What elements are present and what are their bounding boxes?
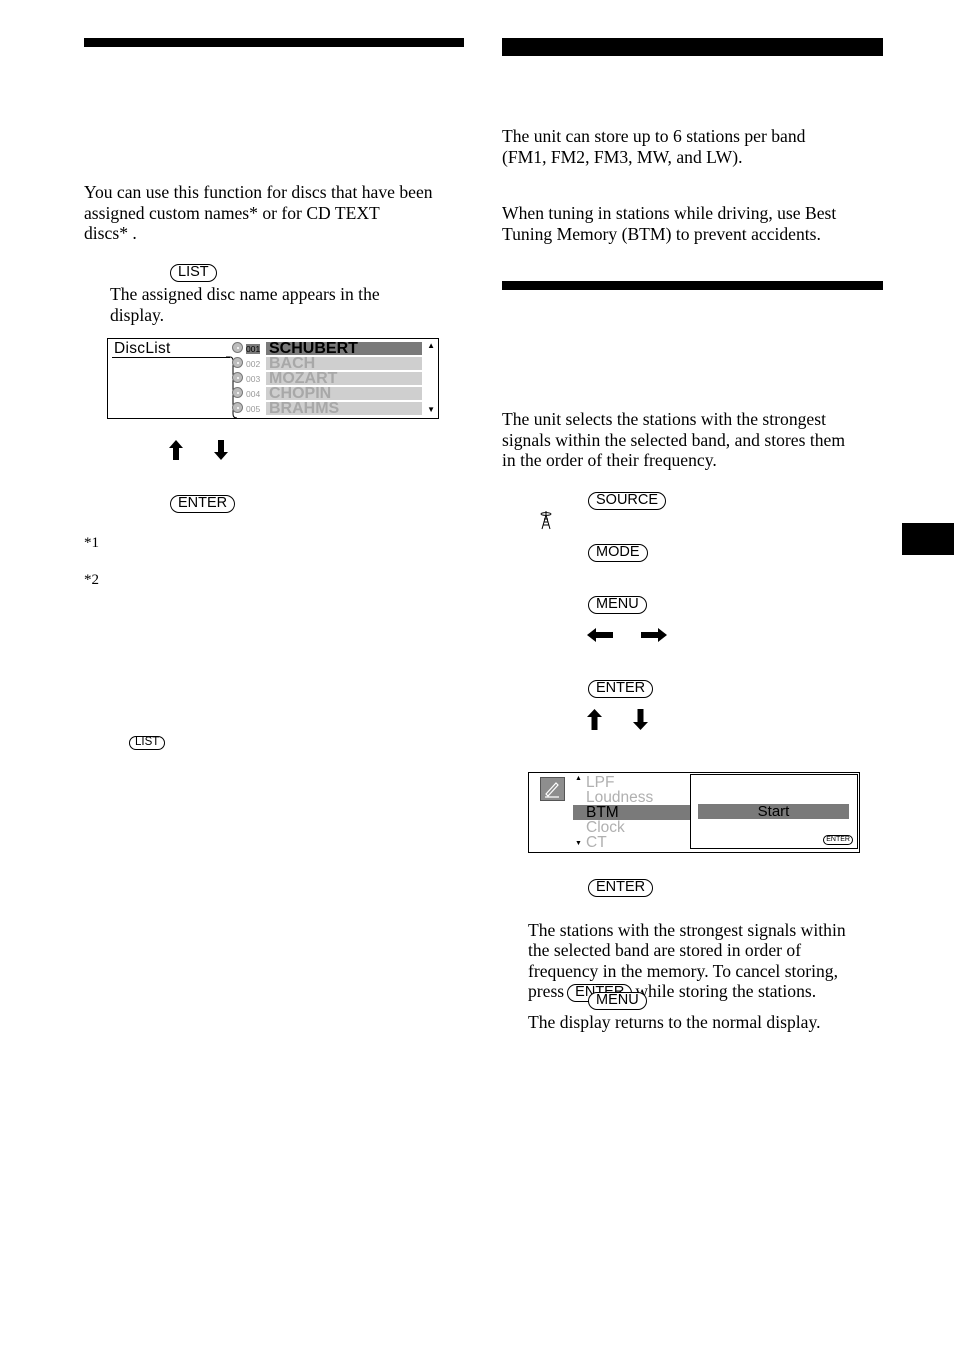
section-heading-rule bbox=[502, 38, 883, 56]
btm-safety-text: When tuning in stations while driving, u… bbox=[502, 203, 837, 244]
disc-list-intro: You can use this function for discs that… bbox=[84, 182, 433, 243]
section-tab-marker bbox=[902, 523, 954, 555]
disc-list-entry[interactable]: 001 SCHUBERT bbox=[232, 342, 424, 355]
exit-result-text: The display returns to the normal displa… bbox=[528, 1012, 821, 1032]
enter-button[interactable]: ENTER bbox=[588, 680, 654, 698]
footnote-marker-1: *1 bbox=[84, 535, 99, 551]
enter-button[interactable]: ENTER bbox=[170, 495, 236, 513]
menu-item-btm[interactable]: BTM bbox=[573, 805, 691, 820]
disc-icon bbox=[232, 402, 243, 413]
btm-action-panel: Start ENTER bbox=[690, 774, 858, 849]
disc-name: MOZART bbox=[266, 372, 422, 385]
enter-button[interactable]: ENTER bbox=[588, 879, 654, 897]
disc-icon bbox=[232, 342, 243, 353]
disc-list-entry[interactable]: 003 MOZART bbox=[232, 372, 424, 385]
disc-name: CHOPIN bbox=[266, 387, 422, 400]
btm-intro-text: The unit selects the stations with the s… bbox=[502, 409, 846, 470]
start-option[interactable]: Start bbox=[698, 804, 849, 819]
menu-button[interactable]: MENU bbox=[588, 992, 647, 1010]
disc-icon bbox=[232, 357, 243, 368]
antenna-tower-icon bbox=[540, 510, 552, 535]
menu-item-clock[interactable]: Clock bbox=[586, 820, 625, 836]
list-button[interactable]: LIST bbox=[170, 264, 217, 282]
source-button[interactable]: SOURCE bbox=[588, 492, 667, 510]
btm-menu-display: ▲ ▼ LPF Loudness BTM Clock CT Start ENTE… bbox=[528, 772, 860, 853]
disc-number: 001 bbox=[246, 344, 261, 354]
edit-pencil-icon bbox=[540, 777, 565, 801]
up-arrow-icon bbox=[587, 709, 602, 730]
disc-list-title: DiscList bbox=[114, 340, 171, 357]
disc-name: BRAHMS bbox=[266, 402, 422, 415]
title-underline bbox=[112, 357, 230, 358]
down-arrow-icon bbox=[214, 440, 228, 460]
scroll-up-icon[interactable]: ▲ bbox=[575, 775, 582, 782]
store-result-text-tail: while storing the stations. bbox=[635, 981, 817, 1001]
disc-name: BACH bbox=[266, 357, 422, 370]
menu-item-loudness[interactable]: Loudness bbox=[586, 790, 653, 806]
scroll-up-icon[interactable]: ▲ bbox=[427, 341, 435, 350]
mode-button[interactable]: MODE bbox=[588, 544, 648, 562]
section-heading-rule bbox=[502, 281, 883, 290]
menu-item-lpf[interactable]: LPF bbox=[586, 775, 614, 791]
down-arrow-icon bbox=[633, 709, 648, 730]
disc-list-display: DiscList 001 SCHUBERT 002 BACH 003 MOZAR… bbox=[107, 338, 439, 419]
disc-number: 005 bbox=[246, 404, 261, 414]
disc-number: 002 bbox=[246, 359, 261, 369]
preset-intro-text: The unit can store up to 6 stations per … bbox=[502, 126, 806, 167]
disc-list-entry[interactable]: 004 CHOPIN bbox=[232, 387, 424, 400]
disc-list-entry[interactable]: 002 BACH bbox=[232, 357, 424, 370]
disc-icon bbox=[232, 372, 243, 383]
up-arrow-icon bbox=[169, 440, 183, 460]
disc-list-entry[interactable]: 005 BRAHMS bbox=[232, 402, 424, 415]
list-button-note[interactable]: LIST bbox=[129, 736, 166, 750]
disc-number: 004 bbox=[246, 389, 261, 399]
menu-item-ct[interactable]: CT bbox=[586, 835, 607, 851]
step1-result-text: The assigned disc name appears in the di… bbox=[110, 284, 380, 325]
disc-number: 003 bbox=[246, 374, 261, 384]
enter-hint-badge: ENTER bbox=[823, 835, 853, 845]
scroll-down-icon[interactable]: ▼ bbox=[575, 840, 582, 847]
section-heading-rule bbox=[84, 38, 464, 47]
right-arrow-icon bbox=[641, 628, 667, 642]
scroll-down-icon[interactable]: ▼ bbox=[427, 405, 435, 414]
disc-icon bbox=[232, 387, 243, 398]
disc-name: SCHUBERT bbox=[266, 342, 422, 355]
left-arrow-icon bbox=[587, 628, 613, 642]
footnote-marker-2: *2 bbox=[84, 572, 99, 588]
store-result-text: The stations with the strongest signals … bbox=[528, 899, 888, 1002]
menu-button[interactable]: MENU bbox=[588, 596, 647, 614]
